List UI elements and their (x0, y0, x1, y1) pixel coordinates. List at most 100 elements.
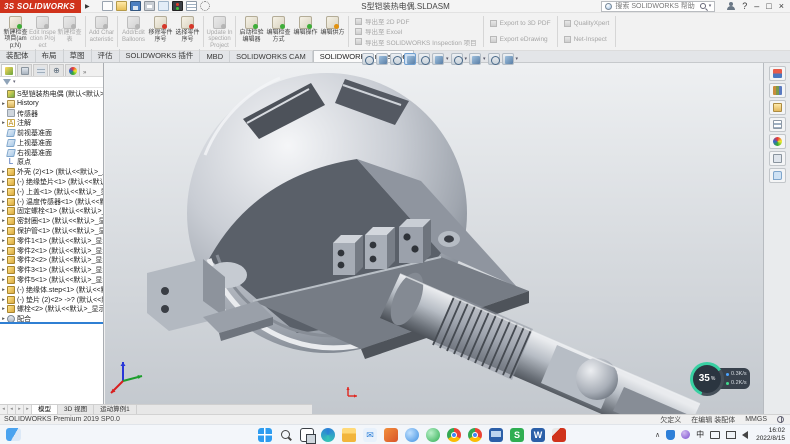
panel-tab-propertymanager[interactable] (17, 64, 32, 76)
launch-inspection-editor-button[interactable]: 启动检验编辑器 (238, 14, 265, 49)
solidworks-resources-button[interactable] (769, 66, 786, 81)
edge-app-icon[interactable] (321, 428, 335, 442)
mail-app-icon[interactable]: ✉ (363, 428, 377, 442)
input-ball-icon[interactable] (681, 430, 690, 439)
tree-expand-icon[interactable]: ▸ (0, 208, 7, 214)
tree-item[interactable]: ▸(-) 温度传感器<1> (默认<<默认>_ (0, 197, 103, 207)
view-orientation-dropdown-icon[interactable]: ▾ (446, 56, 449, 62)
view-palette-button[interactable] (769, 117, 786, 132)
command-tab-3[interactable]: 评估 (92, 49, 120, 62)
maximize-button[interactable]: □ (766, 1, 771, 11)
forum-button[interactable] (769, 168, 786, 183)
tree-expand-icon[interactable]: ▸ (0, 238, 7, 244)
tree-expand-icon[interactable]: ▸ (0, 267, 7, 273)
tree-item[interactable]: ▸零件2<2> (默认<<默认>_显示状 (0, 256, 103, 266)
panel-tab-configurationmanager[interactable] (33, 64, 48, 76)
view-settings-dropdown-icon[interactable]: ▾ (516, 56, 519, 62)
view-settings-button[interactable] (502, 53, 514, 65)
custom-properties-button[interactable] (769, 151, 786, 166)
panel-tab-displaymanager[interactable] (65, 64, 80, 76)
display-style-button[interactable] (451, 53, 463, 65)
tree-item[interactable]: 上视基准面 (0, 138, 103, 148)
speaker-icon[interactable] (742, 431, 748, 439)
close-button[interactable]: × (779, 1, 784, 11)
command-tab-2[interactable]: 草图 (64, 49, 92, 62)
tree-item[interactable]: ▸零件1<1> (默认<<默认>_显示状态 (0, 236, 103, 246)
app-cloud-app-icon[interactable] (405, 428, 419, 442)
search-icon[interactable] (700, 3, 706, 9)
tree-item[interactable]: ▸零件5<1> (默认<<默认>_显示状 (0, 275, 103, 285)
display-style-dropdown-icon[interactable]: ▾ (465, 56, 468, 62)
tree-item[interactable]: ▸保护管<1> (默认<<默认>_显示状 (0, 226, 103, 236)
tree-item[interactable]: ▸(-) 上盖<1> (默认<<默认>_显示状 (0, 187, 103, 197)
panel-tab-dimxpertmanager[interactable]: ⊕ (49, 64, 64, 76)
tree-expand-icon[interactable]: ▸ (0, 277, 7, 283)
tree-item[interactable]: ▸固定螺栓<1> (默认<<默认>_显示 (0, 207, 103, 217)
view-orientation-button[interactable] (432, 53, 444, 65)
units-selector[interactable]: MMGS (745, 416, 767, 423)
tab-scroll-last-icon[interactable]: ▸ (24, 405, 32, 414)
tree-expand-icon[interactable]: ▸ (0, 120, 7, 126)
panel-tabs-overflow-icon[interactable]: » (83, 70, 86, 76)
tree-expand-icon[interactable]: ▸ (0, 248, 7, 254)
command-tab-1[interactable]: 布局 (36, 49, 64, 62)
print-button[interactable] (144, 1, 155, 11)
appearances-button[interactable] (769, 134, 786, 149)
tree-item[interactable]: 传感器 (0, 109, 103, 119)
tray-chevron-up-icon[interactable]: ∧ (655, 431, 660, 439)
app-s-green-app-icon[interactable]: S (510, 428, 524, 442)
tab-scroll-next-icon[interactable]: ▸ (16, 405, 24, 414)
tree-item[interactable]: 前视基准面 (0, 128, 103, 138)
tree-item[interactable]: 右视基准面 (0, 148, 103, 158)
tree-expand-icon[interactable]: ▸ (0, 189, 7, 195)
tree-item[interactable]: ▸外壳 (2)<1> (默认<<默认>_显示状 (0, 167, 103, 177)
tree-expand-icon[interactable]: ▸ (0, 228, 7, 234)
hide-show-items-dropdown-icon[interactable]: ▾ (483, 56, 486, 62)
tree-expand-icon[interactable]: ▸ (0, 306, 7, 312)
search-box[interactable]: 搜索 SOLIDWORKS 帮助 ▾ (601, 1, 715, 12)
tree-item[interactable]: ▸密封圈<1> (默认<<默认>_显示状 (0, 216, 103, 226)
feature-filter-row[interactable]: ▾ (0, 77, 103, 88)
command-tab-5[interactable]: MBD (200, 51, 230, 62)
solidworks-app-icon[interactable] (552, 428, 566, 442)
task-view-app-icon[interactable] (300, 428, 314, 442)
new-button[interactable] (102, 1, 113, 11)
file-properties-button[interactable] (186, 1, 197, 11)
command-tab-6[interactable]: SOLIDWORKS CAM (230, 51, 313, 62)
zoom-to-fit-button[interactable] (362, 53, 374, 65)
app-word-app-icon[interactable]: W (531, 428, 545, 442)
options-button[interactable] (200, 1, 210, 11)
tree-expand-icon[interactable]: ▸ (0, 101, 7, 107)
tree-expand-icon[interactable]: ▸ (0, 179, 7, 185)
edit-operations-button[interactable]: 编辑操作 (292, 14, 319, 49)
design-library-button[interactable] (769, 83, 786, 98)
tree-item[interactable]: ▸螺栓<2> (默认<<默认>_显示状态 (0, 305, 103, 315)
zoom-to-area-button[interactable] (376, 53, 388, 65)
tree-item[interactable]: ▸(-) 垫片 (2)<2> ->? (默认<<默认>_ (0, 295, 103, 305)
dynamic-annotation-button[interactable] (418, 53, 430, 65)
file-explorer-button[interactable] (769, 100, 786, 115)
command-tab-0[interactable]: 装配体 (0, 49, 36, 62)
doc-tab-1[interactable]: 3D 视图 (58, 405, 94, 414)
tree-expand-icon[interactable]: ▸ (0, 169, 7, 175)
login-icon[interactable] (727, 2, 735, 10)
previous-view-button[interactable] (390, 53, 402, 65)
hide-show-items-button[interactable] (469, 53, 481, 65)
file-explorer-app-icon[interactable] (342, 428, 356, 442)
security-shield-icon[interactable] (666, 430, 675, 440)
tree-expand-icon[interactable]: ▸ (0, 257, 7, 263)
tree-expand-icon[interactable]: ▸ (0, 297, 7, 303)
select-button[interactable] (158, 1, 169, 11)
app-wheel-app-icon[interactable] (447, 428, 461, 442)
tree-item[interactable]: ▸配合 (0, 314, 103, 322)
app-chrome-app-icon[interactable] (468, 428, 482, 442)
tree-item[interactable]: ▸零件2<1> (默认<<默认>_显示状 (0, 246, 103, 256)
ime-language-indicator[interactable]: 中 (696, 429, 704, 440)
feature-tree-root[interactable]: S型铠装热电偶 (默认<默认>_显示状态-1) (0, 89, 103, 99)
command-tab-4[interactable]: SOLIDWORKS 插件 (120, 49, 201, 62)
menu-flyout-arrow-icon[interactable]: ▶ (85, 3, 90, 10)
graphics-viewport[interactable]: 35% 0.3K/s 0.2K/s (105, 63, 763, 414)
tree-item[interactable]: ▸(-) 绝缘体.step<1> (默认<<默认 (0, 285, 103, 295)
tree-expand-icon[interactable]: ▸ (0, 199, 7, 205)
remove-balloons-button[interactable]: 移除零件序号 (147, 14, 174, 49)
